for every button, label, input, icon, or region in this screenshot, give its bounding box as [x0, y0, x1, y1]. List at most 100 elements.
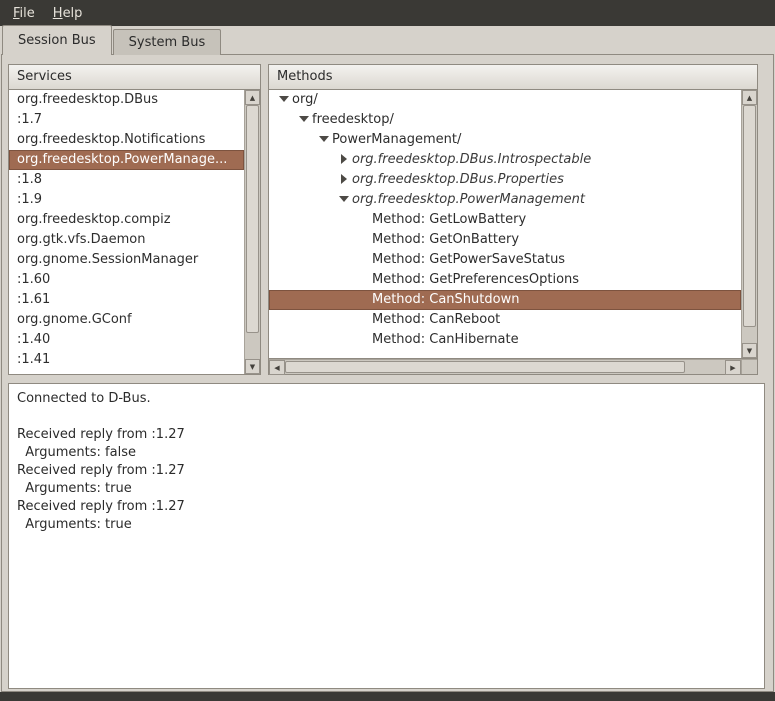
service-name-label: :1.7	[17, 112, 42, 127]
scrollbar-corner	[741, 359, 757, 374]
tree-row-label: org.freedesktop.DBus.Introspectable	[352, 152, 591, 167]
tree-row-label: freedesktop/	[312, 112, 394, 127]
service-list-item[interactable]: :1.41	[9, 350, 244, 370]
tree-row[interactable]: org.freedesktop.DBus.Properties	[269, 170, 741, 190]
tree-row-label: Method: GetOnBattery	[372, 232, 519, 247]
log-line: Arguments: true	[17, 516, 756, 534]
service-list-item[interactable]: :1.7	[9, 110, 244, 130]
horizontal-scroll-thumb[interactable]	[285, 361, 685, 373]
service-list-item[interactable]: :1.60	[9, 270, 244, 290]
tab-bus[interactable]: System Bus	[113, 29, 222, 55]
window-bottom-edge	[0, 692, 775, 701]
tree-row[interactable]: Method: GetPowerSaveStatus	[269, 250, 741, 270]
log-line: Connected to D-Bus.	[17, 390, 756, 408]
tree-row[interactable]: org/	[269, 90, 741, 110]
expander-icon[interactable]	[277, 92, 292, 106]
methods-vertical-scrollbar[interactable]: ▲ ▼	[741, 90, 757, 358]
tree-row[interactable]: org.freedesktop.PowerManagement	[269, 190, 741, 210]
scroll-left-button[interactable]: ◀	[269, 360, 285, 375]
services-header[interactable]: Services	[8, 64, 261, 90]
service-list-item[interactable]: org.freedesktop.Notifications	[9, 130, 244, 150]
expander-icon[interactable]	[297, 112, 312, 126]
service-list-item[interactable]: org.freedesktop.DBus	[9, 90, 244, 110]
tab-bar: Session Bus System Bus	[0, 26, 222, 55]
service-name-label: :1.9	[17, 192, 42, 207]
service-list-item[interactable]: org.freedesktop.compiz	[9, 210, 244, 230]
tree-row[interactable]: Method: GetOnBattery	[269, 230, 741, 250]
scroll-right-button[interactable]: ▶	[725, 360, 741, 375]
tree-row[interactable]: Method: CanShutdown	[269, 290, 741, 310]
service-list-item[interactable]: org.gtk.vfs.Daemon	[9, 230, 244, 250]
menu-item[interactable]: File	[4, 2, 44, 25]
service-list-item[interactable]: :1.61	[9, 290, 244, 310]
tree-row-label: org.freedesktop.DBus.Properties	[352, 172, 564, 187]
log-line: Received reply from :1.27	[17, 498, 756, 516]
tree-row-label: Method: CanShutdown	[372, 292, 519, 307]
tree-row-label: Method: GetLowBattery	[372, 212, 526, 227]
methods-pane: Methods org/ freedesktop/ PowerManagemen…	[268, 64, 758, 375]
tree-row[interactable]: PowerManagement/	[269, 130, 741, 150]
tab-bus[interactable]: Session Bus	[2, 25, 112, 55]
scroll-thumb[interactable]	[743, 105, 756, 327]
scroll-up-button[interactable]: ▲	[245, 90, 260, 105]
service-name-label: org.freedesktop.compiz	[17, 212, 171, 227]
service-name-label: org.gnome.GConf	[17, 312, 132, 327]
tree-row[interactable]: Method: CanHibernate	[269, 330, 741, 350]
methods-tree: org/ freedesktop/ PowerManagement/ org.f…	[268, 90, 758, 359]
services-list: org.freedesktop.DBus :1.7 org.freedeskto…	[8, 90, 261, 375]
service-list-item[interactable]: :1.9	[9, 190, 244, 210]
tree-row-label: Method: GetPreferencesOptions	[372, 272, 579, 287]
scroll-trough[interactable]	[742, 327, 757, 343]
service-name-label: org.gtk.vfs.Daemon	[17, 232, 145, 247]
service-name-label: org.gnome.SessionManager	[17, 252, 198, 267]
scroll-thumb[interactable]	[246, 105, 259, 333]
service-list-item[interactable]: :1.40	[9, 330, 244, 350]
menu-item[interactable]: Help	[44, 2, 92, 25]
service-list-item[interactable]: org.gnome.SessionManager	[9, 250, 244, 270]
service-name-label: :1.40	[17, 332, 50, 347]
scroll-down-button[interactable]: ▼	[742, 343, 757, 358]
tree-row-label: org.freedesktop.PowerManagement	[352, 192, 585, 207]
horizontal-scroll-trough[interactable]: ◀ ▶	[269, 359, 741, 374]
log-line: Received reply from :1.27	[17, 462, 756, 480]
service-name-label: org.freedesktop.PowerManage...	[17, 152, 227, 167]
expander-icon[interactable]	[337, 152, 352, 166]
service-name-label: org.freedesktop.Notifications	[17, 132, 205, 147]
expander-icon[interactable]	[337, 192, 352, 206]
services-pane: Services org.freedesktop.DBus :1.7 org.f…	[8, 64, 261, 375]
scroll-down-button[interactable]: ▼	[245, 359, 260, 374]
scroll-up-button[interactable]: ▲	[742, 90, 757, 105]
tree-row-label: Method: GetPowerSaveStatus	[372, 252, 565, 267]
tree-row-label: PowerManagement/	[332, 132, 461, 147]
service-name-label: :1.60	[17, 272, 50, 287]
services-vertical-scrollbar[interactable]: ▲ ▼	[244, 90, 260, 374]
log-line: Arguments: true	[17, 480, 756, 498]
tree-row[interactable]: org.freedesktop.DBus.Introspectable	[269, 150, 741, 170]
service-list-item[interactable]: :1.8	[9, 170, 244, 190]
log-pane[interactable]: Connected to D-Bus. Received reply from …	[8, 383, 765, 689]
tree-row[interactable]: freedesktop/	[269, 110, 741, 130]
expander-icon[interactable]	[337, 172, 352, 186]
log-line	[17, 408, 756, 426]
tree-row-label: Method: CanReboot	[372, 312, 500, 327]
expander-icon[interactable]	[317, 132, 332, 146]
service-list-item[interactable]: org.freedesktop.PowerManage...	[9, 150, 244, 170]
tree-row[interactable]: Method: GetPreferencesOptions	[269, 270, 741, 290]
methods-rows: org/ freedesktop/ PowerManagement/ org.f…	[269, 90, 741, 358]
horizontal-scroll-space[interactable]	[685, 360, 725, 374]
tree-row-label: org/	[292, 92, 318, 107]
services-rows: org.freedesktop.DBus :1.7 org.freedeskto…	[9, 90, 244, 374]
tree-row[interactable]: Method: GetLowBattery	[269, 210, 741, 230]
service-name-label: :1.41	[17, 352, 50, 367]
service-list-item[interactable]: org.gnome.GConf	[9, 310, 244, 330]
service-name-label: :1.61	[17, 292, 50, 307]
menu-bar: File Help	[0, 0, 775, 26]
log-line: Arguments: false	[17, 444, 756, 462]
scroll-trough[interactable]	[245, 333, 260, 359]
tree-row[interactable]: Method: CanReboot	[269, 310, 741, 330]
service-name-label: :1.8	[17, 172, 42, 187]
tree-row-label: Method: CanHibernate	[372, 332, 519, 347]
service-name-label: org.freedesktop.DBus	[17, 92, 158, 107]
methods-horizontal-scrollbar[interactable]: ◀ ▶	[268, 359, 758, 375]
methods-header[interactable]: Methods	[268, 64, 758, 90]
